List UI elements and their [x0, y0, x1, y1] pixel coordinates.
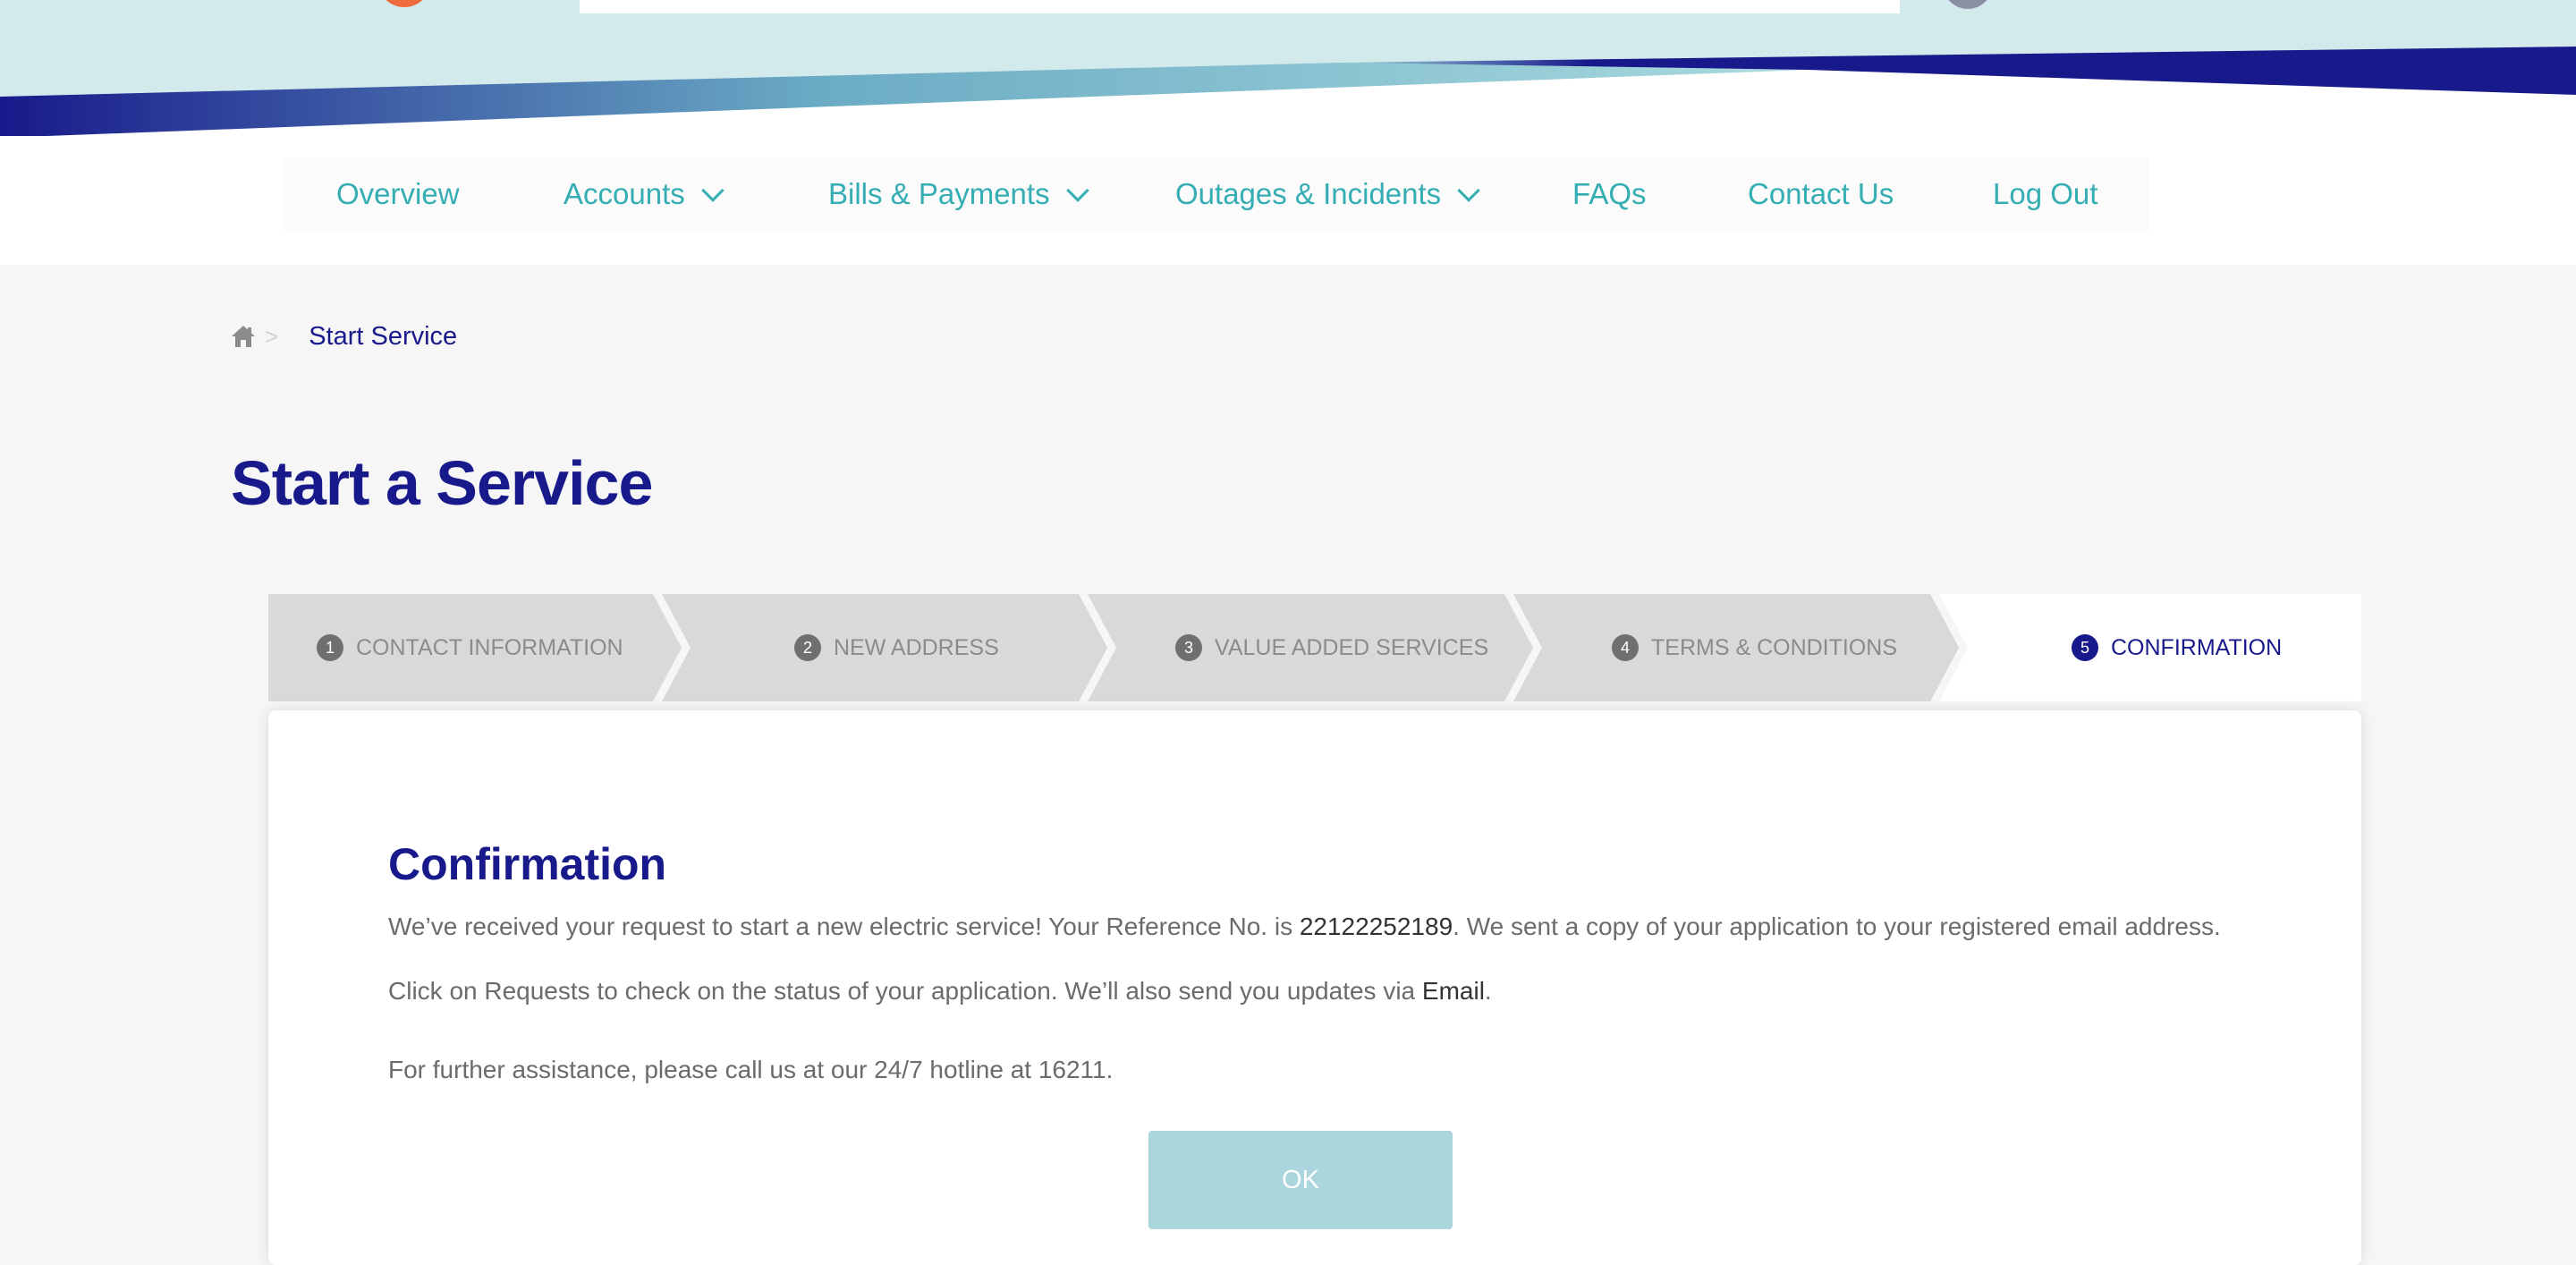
nav-item-bills-payments[interactable]: Bills & Payments: [828, 157, 1089, 231]
progress-stepper: 1 CONTACT INFORMATION 2 NEW ADDRESS 3 VA…: [268, 594, 2361, 701]
step-label-text: NEW ADDRESS: [834, 634, 999, 660]
confirmation-card: Confirmation We’ve received your request…: [268, 710, 2361, 1265]
step-new-address[interactable]: 2 NEW ADDRESS: [794, 594, 999, 701]
step-confirmation[interactable]: 5 CONFIRMATION: [2072, 594, 2282, 701]
nav-item-label: Contact Us: [1748, 177, 1894, 210]
nav-item-overview[interactable]: Overview: [336, 157, 460, 231]
nav-item-label: Log Out: [1993, 177, 2098, 210]
step-number-badge: 4: [1612, 634, 1639, 661]
nav-item-label: Overview: [336, 177, 460, 210]
main-nav: Overview Accounts Bills & Payments Outag…: [283, 157, 2148, 231]
ok-button[interactable]: OK: [1148, 1131, 1453, 1229]
message-text: We’ve received your request to start a n…: [388, 913, 1300, 940]
nav-item-accounts[interactable]: Accounts: [564, 157, 724, 231]
nav-item-label: Accounts: [564, 177, 685, 210]
step-label-text: CONTACT INFORMATION: [356, 634, 623, 660]
confirmation-title: Confirmation: [388, 839, 667, 889]
nav-item-outages-incidents[interactable]: Outages & Incidents: [1175, 157, 1480, 231]
search-input[interactable]: [580, 0, 1900, 13]
step-label-text: VALUE ADDED SERVICES: [1215, 634, 1489, 660]
chevron-down-icon: [1065, 178, 1089, 202]
nav-item-log-out[interactable]: Log Out: [1993, 157, 2097, 231]
confirmation-message: We’ve received your request to start a n…: [388, 909, 2221, 945]
nav-item-contact-us[interactable]: Contact Us: [1748, 157, 1894, 231]
step-number-badge: 1: [317, 634, 343, 661]
step-terms-conditions[interactable]: 4 TERMS & CONDITIONS: [1612, 594, 1897, 701]
step-value-added-services[interactable]: 3 VALUE ADDED SERVICES: [1175, 594, 1488, 701]
breadcrumb-separator: >: [265, 322, 279, 350]
step-label-text: CONFIRMATION: [2111, 634, 2283, 660]
status-message: Click on Requests to check on the status…: [388, 973, 1492, 1009]
notification-channel: Email: [1421, 977, 1485, 1005]
step-contact-information[interactable]: 1 CONTACT INFORMATION: [317, 594, 623, 701]
page-title: Start a Service: [231, 448, 653, 518]
step-number-badge: 2: [794, 634, 821, 661]
step-number-badge: 5: [2072, 634, 2098, 661]
step-label-text: TERMS & CONDITIONS: [1651, 634, 1898, 660]
breadcrumb: > Start Service: [231, 318, 457, 354]
nav-item-label: FAQs: [1572, 177, 1647, 210]
nav-item-label: Bills & Payments: [828, 177, 1050, 210]
message-text: .: [1484, 977, 1492, 1005]
banner-swoosh: [0, 0, 2576, 143]
breadcrumb-current: Start Service: [309, 321, 458, 351]
step-number-badge: 3: [1175, 634, 1202, 661]
nav-item-label: Outages & Incidents: [1175, 177, 1442, 210]
message-text: . We sent a copy of your application to …: [1453, 913, 2221, 940]
home-icon[interactable]: [231, 325, 256, 348]
hotline-message: For further assistance, please call us a…: [388, 1056, 1114, 1083]
reference-number: 22122252189: [1299, 913, 1453, 940]
chevron-down-icon: [701, 178, 724, 202]
header-banner: [0, 0, 2576, 143]
nav-item-faqs[interactable]: FAQs: [1572, 157, 1647, 231]
message-text: Click on Requests to check on the status…: [388, 977, 1422, 1005]
chevron-down-icon: [1457, 178, 1480, 202]
